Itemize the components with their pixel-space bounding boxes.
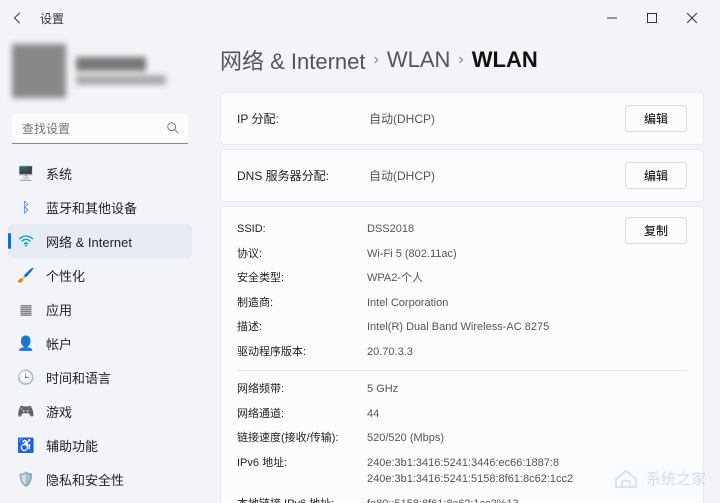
apps-icon: ▦ bbox=[18, 301, 34, 317]
sidebar-item-bluetooth[interactable]: ᛒ 蓝牙和其他设备 bbox=[8, 190, 192, 224]
gaming-icon: 🎮 bbox=[18, 403, 34, 419]
accessibility-icon: ♿ bbox=[18, 437, 34, 453]
sidebar-item-label: 帐户 bbox=[46, 334, 72, 353]
chevron-right-icon: › bbox=[374, 51, 379, 69]
sidebar-item-label: 系统 bbox=[46, 164, 72, 183]
system-icon: 🖥️ bbox=[18, 165, 34, 181]
sidebar-item-accounts[interactable]: 👤 帐户 bbox=[8, 326, 192, 360]
channel-value: 44 bbox=[367, 406, 687, 423]
ipv6-label: IPv6 地址: bbox=[237, 455, 367, 488]
ssid-label: SSID: bbox=[237, 221, 367, 238]
bluetooth-icon: ᛒ bbox=[18, 199, 34, 215]
ip-assign-label: IP 分配: bbox=[237, 110, 357, 127]
search-icon bbox=[166, 121, 180, 140]
chevron-right-icon: › bbox=[458, 51, 463, 69]
band-label: 网络频带: bbox=[237, 381, 367, 398]
description-value: Intel(R) Dual Band Wireless-AC 8275 bbox=[367, 319, 687, 336]
breadcrumb-root[interactable]: 网络 & Internet bbox=[220, 44, 366, 76]
copy-button[interactable]: 复制 bbox=[625, 217, 687, 244]
ip-assign-value: 自动(DHCP) bbox=[369, 110, 613, 127]
manufacturer-value: Intel Corporation bbox=[367, 295, 687, 312]
search-input[interactable] bbox=[12, 114, 188, 144]
protocol-value: Wi-Fi 5 (802.11ac) bbox=[367, 246, 687, 263]
breadcrumb-current: WLAN bbox=[472, 47, 538, 73]
sidebar-item-privacy[interactable]: 🛡️ 隐私和安全性 bbox=[8, 462, 192, 496]
sidebar-item-system[interactable]: 🖥️ 系统 bbox=[8, 156, 192, 190]
band-value: 5 GHz bbox=[367, 381, 687, 398]
sidebar-item-label: 游戏 bbox=[46, 402, 72, 421]
sidebar-item-update[interactable]: ⟳Windows 更新 bbox=[8, 496, 192, 503]
description-label: 描述: bbox=[237, 319, 367, 336]
ipv6-link-value: fe80::5158:8f61:8c62:1cc2%13 bbox=[367, 496, 687, 503]
dns-assign-label: DNS 服务器分配: bbox=[237, 167, 357, 184]
avatar bbox=[12, 44, 66, 98]
user-info bbox=[76, 57, 166, 85]
sidebar-item-label: 个性化 bbox=[46, 266, 85, 285]
sidebar-item-label: 辅助功能 bbox=[46, 436, 98, 455]
driver-label: 驱动程序版本: bbox=[237, 344, 367, 361]
channel-label: 网络通道: bbox=[237, 406, 367, 423]
sidebar-item-time-language[interactable]: 🕒 时间和语言 bbox=[8, 360, 192, 394]
sidebar-item-label: 蓝牙和其他设备 bbox=[46, 198, 137, 217]
sidebar-item-personalization[interactable]: 🖌️ 个性化 bbox=[8, 258, 192, 292]
sidebar-item-label: 应用 bbox=[46, 300, 72, 319]
edit-ip-button[interactable]: 编辑 bbox=[625, 105, 687, 132]
sidebar-item-gaming[interactable]: 🎮 游戏 bbox=[8, 394, 192, 428]
close-button[interactable] bbox=[672, 4, 712, 32]
user-tile[interactable] bbox=[8, 36, 192, 114]
shield-icon: 🛡️ bbox=[18, 471, 34, 487]
breadcrumb: 网络 & Internet › WLAN › WLAN bbox=[220, 36, 704, 92]
breadcrumb-mid[interactable]: WLAN bbox=[387, 47, 451, 73]
edit-dns-button[interactable]: 编辑 bbox=[625, 162, 687, 189]
driver-value: 20.70.3.3 bbox=[367, 344, 687, 361]
wifi-icon bbox=[18, 233, 34, 249]
ipv6-link-label: 本地链接 IPv6 地址: bbox=[237, 496, 367, 503]
account-icon: 👤 bbox=[18, 335, 34, 351]
sidebar-item-label: 网络 & Internet bbox=[46, 232, 132, 251]
security-value: WPA2-个人 bbox=[367, 270, 687, 287]
link-speed-value: 520/520 (Mbps) bbox=[367, 430, 687, 447]
maximize-button[interactable] bbox=[632, 4, 672, 32]
sidebar-item-network[interactable]: 网络 & Internet bbox=[8, 224, 192, 258]
clock-icon: 🕒 bbox=[18, 369, 34, 385]
sidebar-item-apps[interactable]: ▦ 应用 bbox=[8, 292, 192, 326]
dns-assign-value: 自动(DHCP) bbox=[369, 167, 613, 184]
link-speed-label: 链接速度(接收/传输): bbox=[237, 430, 367, 447]
sidebar-item-label: 隐私和安全性 bbox=[46, 470, 124, 489]
ipv6-value: 240e:3b1:3416:5241:3446:ec66:1887:8 240e… bbox=[367, 455, 687, 488]
sidebar-item-accessibility[interactable]: ♿ 辅助功能 bbox=[8, 428, 192, 462]
security-label: 安全类型: bbox=[237, 270, 367, 287]
minimize-button[interactable] bbox=[592, 4, 632, 32]
sidebar-item-label: 时间和语言 bbox=[46, 368, 111, 387]
protocol-label: 协议: bbox=[237, 246, 367, 263]
window-title: 设置 bbox=[40, 10, 64, 27]
brush-icon: 🖌️ bbox=[18, 267, 34, 283]
back-button[interactable] bbox=[8, 8, 28, 28]
manufacturer-label: 制造商: bbox=[237, 295, 367, 312]
